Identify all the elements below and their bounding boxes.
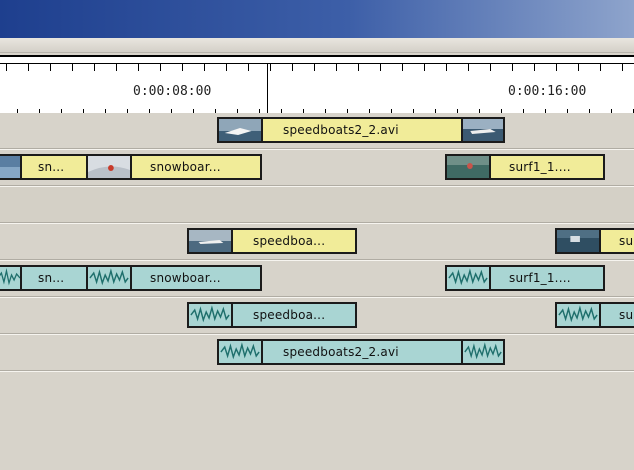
clip-snowboard-video-2[interactable]: snowboar... (130, 154, 262, 180)
ruler-tick (424, 63, 425, 71)
clip-snowboard-audio-1[interactable]: sn... (20, 265, 88, 291)
waveform-icon[interactable] (0, 265, 22, 291)
ruler-tick (28, 63, 29, 71)
ruler-tick (556, 63, 557, 71)
ruler-tick (182, 63, 183, 71)
ruler-tick (446, 63, 447, 71)
clip-speedboats2-audio[interactable]: speedboats2_2.avi (261, 339, 463, 365)
clip-speedboats-audio-2[interactable]: speedboa... (231, 302, 357, 328)
ruler-tick (116, 63, 117, 71)
clip-label: snowboar... (150, 271, 221, 285)
timecode-label-1: 0:00:08:00 (133, 84, 212, 99)
ruler-tick (226, 63, 227, 71)
playhead-marker[interactable] (267, 63, 268, 115)
track-video-2: sn... snowboar... surf1_1.... (0, 150, 634, 188)
track-audio-1: sn... snowboar... surf1_1.... (0, 261, 634, 299)
video-thumbnail-icon[interactable] (86, 154, 132, 180)
video-thumbnail-icon[interactable] (0, 154, 22, 180)
timeline-empty-area (0, 372, 634, 470)
video-thumbnail-icon[interactable] (187, 228, 233, 254)
ruler-tick (622, 63, 623, 71)
ruler-tick (270, 63, 271, 71)
clip-surf-video-2[interactable]: su (599, 228, 634, 254)
clip-label: su (619, 308, 634, 322)
clip-surf-audio-2[interactable]: su (599, 302, 634, 328)
ruler-tick (534, 63, 535, 71)
track-video-3: speedboats2_2.avi (0, 113, 634, 151)
clip-label: speedboats2_2.avi (283, 345, 399, 359)
clip-label: speedboa... (253, 308, 326, 322)
ruler-tick (72, 63, 73, 71)
ruler-tick (402, 63, 403, 71)
clip-label: surf1_1.... (509, 271, 571, 285)
toolbar-band (0, 38, 634, 53)
ruler-tick (50, 63, 51, 71)
ruler-tick (138, 63, 139, 71)
video-thumbnail-icon[interactable] (555, 228, 601, 254)
ruler-tick (490, 63, 491, 71)
waveform-icon[interactable] (187, 302, 233, 328)
clip-label: su (619, 234, 634, 248)
clip-speedboats2-video[interactable]: speedboats2_2.avi (261, 117, 463, 143)
timecode-label-2: 0:00:16:00 (508, 84, 587, 99)
time-ruler[interactable]: 0:00:08:00 0:00:16:00 (0, 55, 634, 116)
waveform-icon[interactable] (445, 265, 491, 291)
video-thumbnail-icon[interactable] (461, 117, 505, 143)
clip-surf-video[interactable]: surf1_1.... (489, 154, 605, 180)
waveform-icon[interactable] (86, 265, 132, 291)
ruler-tick (468, 63, 469, 71)
clip-snowboard-audio-2[interactable]: snowboar... (130, 265, 262, 291)
ruler-tick (292, 63, 293, 71)
ruler-tick (358, 63, 359, 71)
video-thumbnail-icon[interactable] (217, 117, 263, 143)
waveform-icon[interactable] (555, 302, 601, 328)
track-audio-3: speedboats2_2.avi (0, 335, 634, 373)
ruler-tick (380, 63, 381, 71)
ruler-tick (94, 63, 95, 71)
ruler-tick (204, 63, 205, 71)
ruler-tick (600, 63, 601, 71)
clip-label: sn... (38, 160, 65, 174)
ruler-tick (512, 63, 513, 71)
clip-label: sn... (38, 271, 65, 285)
ruler-tick (578, 63, 579, 71)
clip-label: speedboats2_2.avi (283, 123, 399, 137)
ruler-tick (336, 63, 337, 71)
clip-surf-audio[interactable]: surf1_1.... (489, 265, 605, 291)
ruler-tick (314, 63, 315, 71)
waveform-icon[interactable] (217, 339, 263, 365)
ruler-tick (160, 63, 161, 71)
track-empty (0, 187, 634, 225)
waveform-icon[interactable] (461, 339, 505, 365)
clip-snowboard-video-1[interactable]: sn... (20, 154, 88, 180)
clip-label: surf1_1.... (509, 160, 571, 174)
ruler-tick (6, 63, 7, 71)
clip-label: snowboar... (150, 160, 221, 174)
track-audio-2: speedboa... su (0, 298, 634, 336)
track-video-1: speedboa... su (0, 224, 634, 262)
clip-label: speedboa... (253, 234, 326, 248)
video-thumbnail-icon[interactable] (445, 154, 491, 180)
window-titlebar[interactable] (0, 0, 634, 38)
ruler-tick (248, 63, 249, 71)
ruler-line (0, 63, 634, 64)
clip-speedboats-video-2[interactable]: speedboa... (231, 228, 357, 254)
